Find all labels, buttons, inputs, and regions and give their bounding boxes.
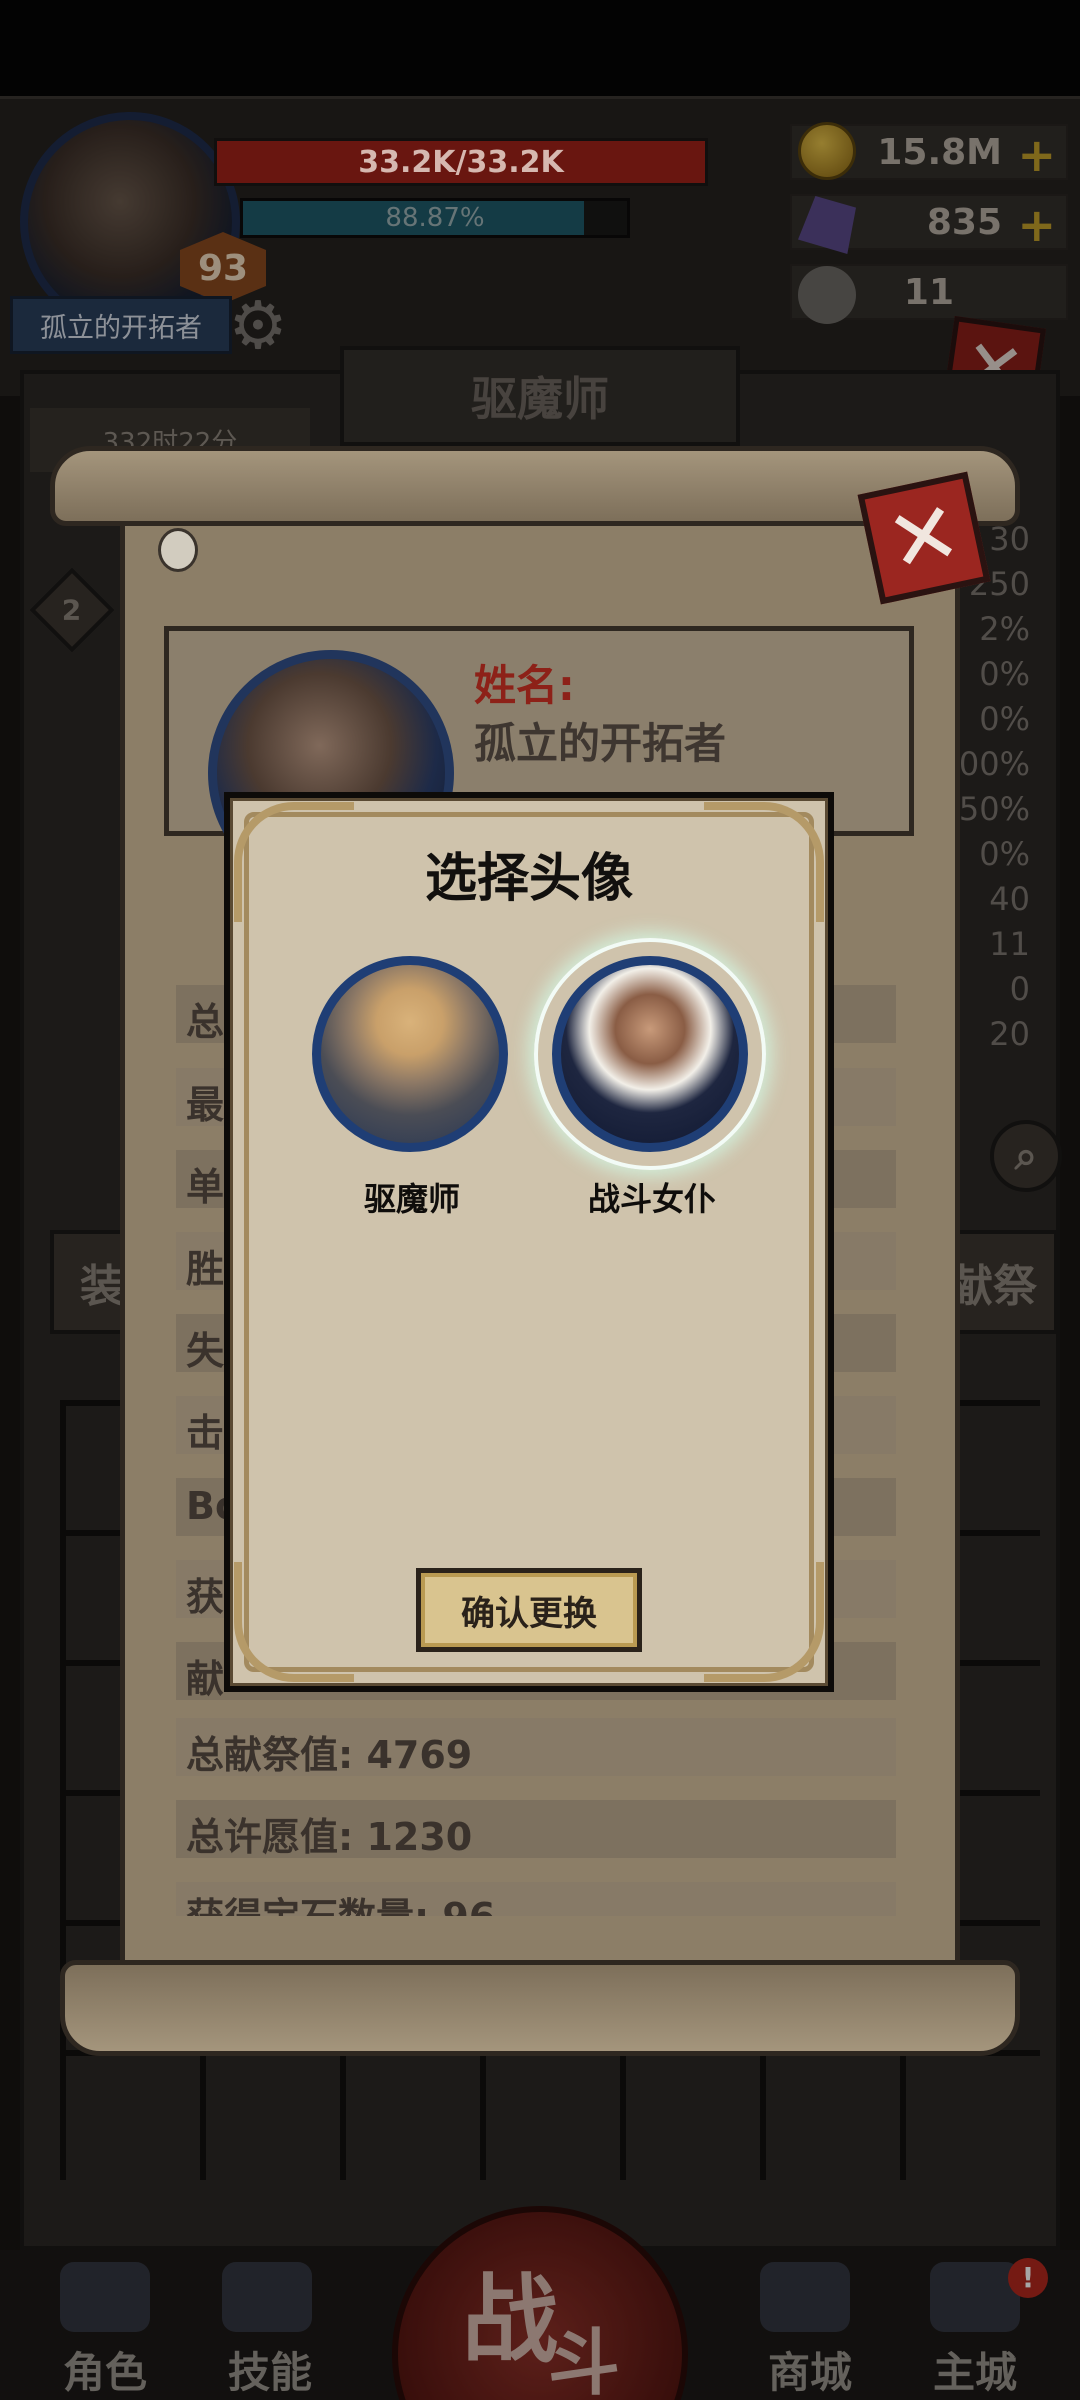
stat-row-label: 单	[186, 1165, 225, 1209]
stat-label: 总献祭值:	[186, 1733, 354, 1777]
avatar-option-exorcist[interactable]: 驱魔师	[302, 946, 522, 1218]
game-screen: 93 孤立的开拓者 ⚙ 33.2K/33.2K 88.87% 15.8M + 8…	[0, 0, 1080, 2400]
hint-bulb-icon[interactable]	[158, 528, 198, 572]
stat-row-label: 击	[186, 1411, 225, 1455]
stat-row-total-wish: 总许愿值: 1230	[176, 1800, 896, 1861]
stat-row-label: 失	[186, 1329, 225, 1373]
stat-row-label: 最	[186, 1083, 225, 1127]
ornament-corner	[704, 1562, 824, 1682]
stat-total-sacrifice: 总献祭值: 4769	[186, 1724, 472, 1779]
name-label: 姓名:	[474, 661, 575, 710]
stat-row-partial: 获得宝石数量: 96	[176, 1882, 896, 1916]
stat-row-label: 献	[186, 1657, 225, 1701]
stat-row-label: 总	[186, 1000, 225, 1044]
dialog-frame	[244, 812, 814, 1672]
stat-label: 总许愿值:	[186, 1815, 354, 1859]
scroll-bottom-roll	[60, 1960, 1020, 2056]
avatar-option-label: 战斗女仆	[587, 1180, 716, 1218]
stat-row-label: 胜	[186, 1247, 225, 1291]
avatar-option-label: 驱魔师	[363, 1180, 460, 1218]
stat-partial-text: 获得宝石数量: 96	[186, 1886, 495, 1916]
stat-total-wish: 总许愿值: 1230	[186, 1806, 472, 1861]
avatar-option-battle-maid[interactable]: 战斗女仆	[534, 938, 766, 1218]
confirm-label: 确认更换	[461, 1593, 597, 1634]
close-icon[interactable]: ✕	[857, 471, 991, 605]
stat-value: 4769	[366, 1733, 473, 1777]
stat-row-label: 获	[186, 1575, 225, 1619]
close-symbol: ✕	[878, 481, 970, 595]
dialog-title: 选择头像	[424, 849, 633, 909]
ornament-corner	[234, 1562, 354, 1682]
confirm-change-button[interactable]: 确认更换	[416, 1568, 642, 1652]
name-value: 孤立的开拓者	[474, 719, 727, 768]
stat-row-total-sacrifice: 总献祭值: 4769	[176, 1718, 896, 1779]
stat-value: 1230	[366, 1815, 473, 1859]
hp-text: 33.2K/33.2K	[358, 144, 564, 180]
exorcist-portrait	[312, 956, 508, 1152]
choose-avatar-dialog: 选择头像 驱魔师 战斗女仆 确认更换	[224, 792, 834, 1692]
battle-maid-portrait	[552, 956, 748, 1152]
